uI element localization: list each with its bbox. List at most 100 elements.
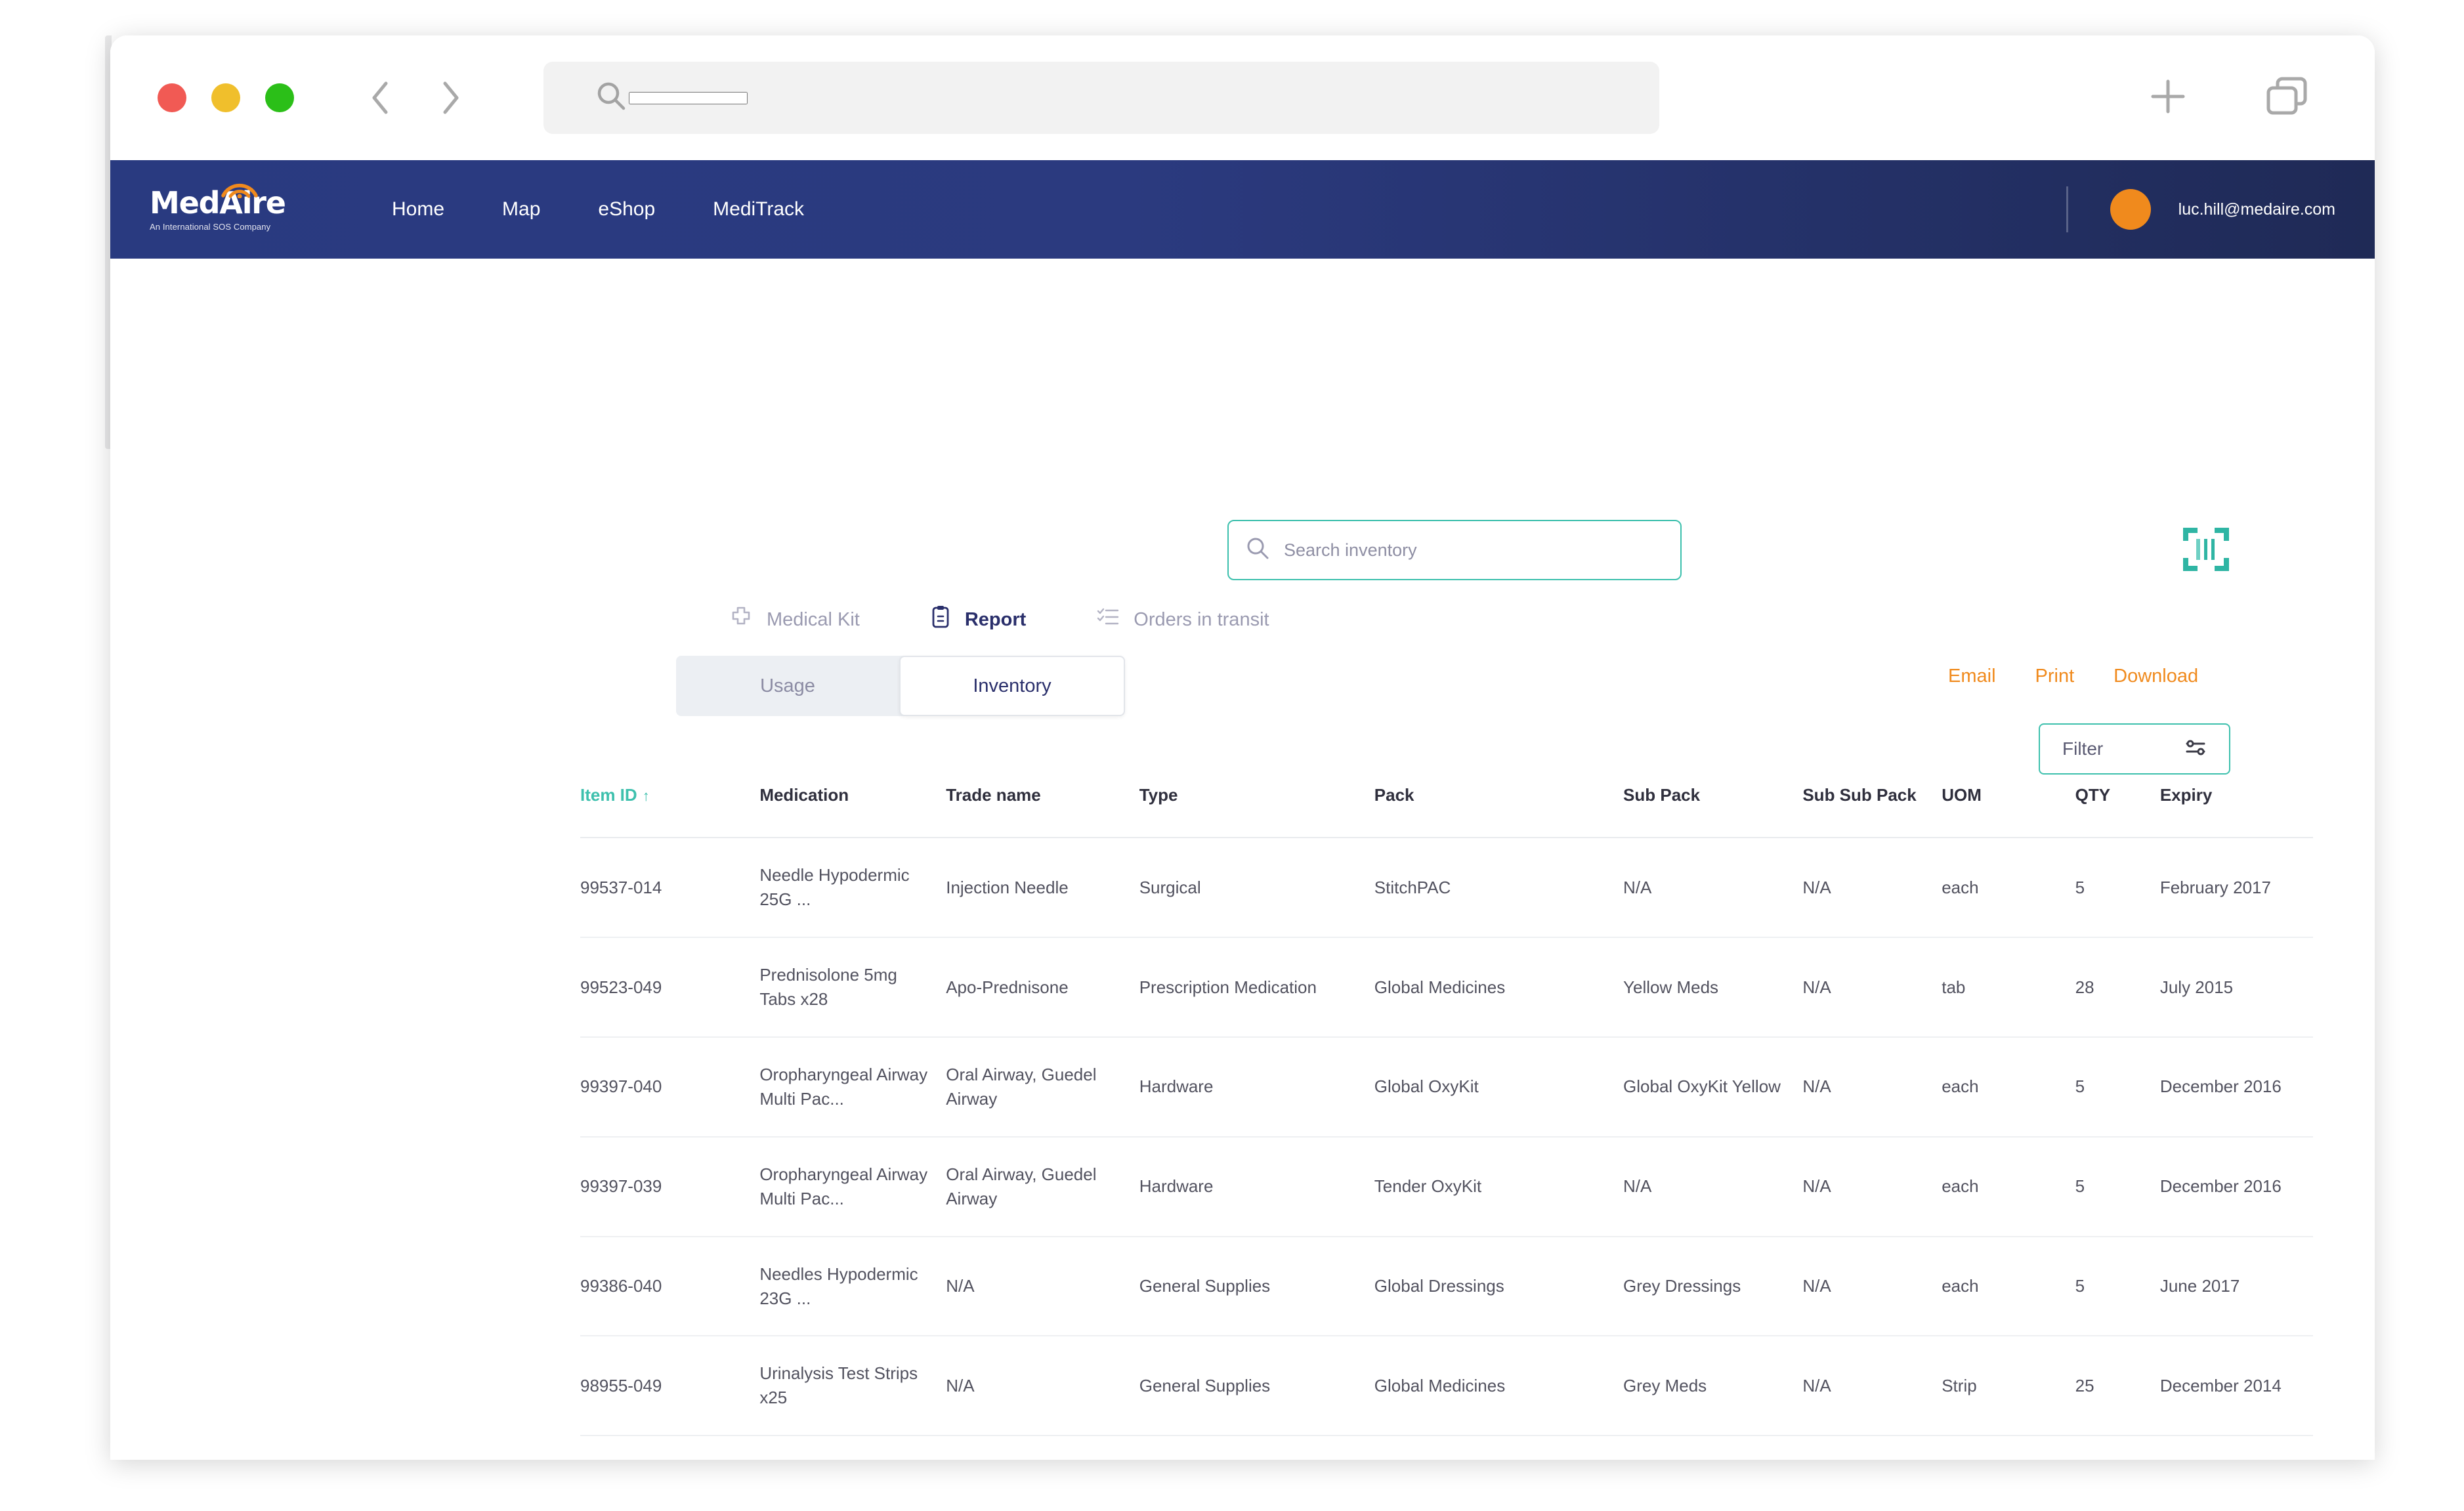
- column-header-type[interactable]: Type: [1139, 777, 1374, 839]
- cell-uom: Strip: [1942, 1336, 2075, 1437]
- minimize-window-button[interactable]: [211, 83, 240, 112]
- cell-type: Hardware: [1139, 1036, 1374, 1138]
- tab-report[interactable]: Report: [895, 605, 1061, 634]
- maximize-window-button[interactable]: [265, 83, 294, 112]
- browser-address-bar[interactable]: [543, 62, 1659, 134]
- cell-medication: Senna Tabs/Caps (60 caps): [759, 1436, 946, 1460]
- inventory-table-body: 99537-014 Needle Hypodermic 25G ... Inject…: [580, 838, 2313, 1460]
- cell-qty: 25: [2075, 1336, 2160, 1437]
- table-row[interactable]: 99537-014 Needle Hypodermic 25G ... Inject…: [580, 838, 2313, 939]
- cell-uom: each: [1942, 1136, 2075, 1237]
- cell-sub-sub-pack: N/A: [1802, 937, 1942, 1038]
- cell-sub-pack: N/A: [1623, 838, 1803, 939]
- cell-uom: caps: [1942, 1436, 2075, 1460]
- tab-orders-in-transit[interactable]: Orders in transit: [1061, 607, 1304, 632]
- cell-trade-name: Apo-Prednisone: [946, 937, 1139, 1038]
- cell-pack: Global OxyKit: [1374, 1036, 1624, 1138]
- logo-tagline: An International SOS Company: [150, 221, 271, 232]
- cell-type: Hardware: [1139, 1136, 1374, 1237]
- table-row[interactable]: 98955-049 Urinalysis Test Strips x25 N/A Ge…: [580, 1336, 2313, 1437]
- cell-pack: Global Medicines: [1374, 937, 1624, 1038]
- close-window-button[interactable]: [158, 83, 186, 112]
- cell-uom: tab: [1942, 937, 2075, 1038]
- column-header-trade-name[interactable]: Trade name: [946, 777, 1139, 839]
- barcode-scan-icon[interactable]: [2183, 528, 2229, 571]
- report-tabs: Medical Kit Report Orders in transit: [694, 605, 1305, 634]
- cell-medication: Needle Hypodermic 25G ...: [759, 838, 946, 939]
- navbar-divider: [2066, 186, 2068, 232]
- column-header-sub-pack[interactable]: Sub Pack: [1623, 777, 1803, 839]
- cell-trade-name: N/A: [946, 1236, 1139, 1337]
- table-row[interactable]: 99523-049 Prednisolone 5mg Tabs x28 Apo-Pr…: [580, 937, 2313, 1038]
- browser-chrome: [110, 35, 2375, 160]
- navbar-user-area[interactable]: luc.hill@medaire.com: [2066, 186, 2375, 232]
- column-header-qty[interactable]: QTY: [2075, 777, 2160, 839]
- avatar[interactable]: [2110, 189, 2151, 230]
- cell-medication: Needles Hypodermic 23G ...: [759, 1236, 946, 1337]
- table-header-row: Item ID ↑ Medication Trade name Type Pack…: [580, 777, 2313, 839]
- cell-sub-sub-pack: N/A: [1802, 1336, 1942, 1437]
- search-icon: [1246, 536, 1271, 564]
- sort-asc-icon: ↑: [642, 788, 650, 804]
- cell-trade-name: Oral Airway, Guedel Airway: [946, 1136, 1139, 1237]
- cell-uom: each: [1942, 838, 2075, 939]
- tab-medical-kit[interactable]: Medical Kit: [694, 606, 895, 633]
- nav-item-meditrack[interactable]: MediTrack: [684, 198, 833, 221]
- email-link[interactable]: Email: [1948, 666, 1996, 687]
- search-icon: [595, 79, 629, 117]
- forward-arrow-icon[interactable]: [436, 79, 465, 116]
- column-header-expiry[interactable]: Expiry: [2159, 777, 2313, 839]
- cell-sub-sub-pack: N/A: [1802, 1436, 1942, 1460]
- search-input[interactable]: [1284, 540, 1663, 561]
- screen-root: MedAire An International SOS Company Hom…: [0, 0, 2464, 1511]
- nav-item-home[interactable]: Home: [363, 198, 473, 221]
- cell-sub-pack: Global OxyKit Yellow: [1623, 1036, 1803, 1138]
- segment-inventory[interactable]: Inventory: [899, 656, 1125, 716]
- cell-qty: 5: [2075, 1036, 2160, 1138]
- cell-expiry: July 2015: [2159, 937, 2313, 1038]
- signal-arc-icon: [219, 176, 260, 198]
- cell-pack: Global Medicines: [1374, 1336, 1624, 1437]
- column-header-medication[interactable]: Medication: [759, 777, 946, 839]
- cell-medication: Oropharyngeal Airway Multi Pac...: [759, 1136, 946, 1237]
- download-link[interactable]: Download: [2114, 666, 2198, 687]
- cell-item-id: 99523-049: [580, 937, 760, 1038]
- table-row[interactable]: 98948-060Senna Tabs/Caps (60 caps)Maneva…: [580, 1436, 2313, 1460]
- column-header-sub-sub-pack[interactable]: Sub Sub Pack: [1802, 777, 1942, 839]
- table-row[interactable]: 99386-040 Needles Hypodermic 23G ... N/A Ge…: [580, 1236, 2313, 1337]
- medaire-logo[interactable]: MedAire An International SOS Company: [150, 183, 301, 232]
- column-header-uom[interactable]: UOM: [1942, 777, 2075, 839]
- cell-qty: 5: [2075, 1236, 2160, 1337]
- cell-sub-sub-pack: N/A: [1802, 838, 1942, 939]
- cell-uom: each: [1942, 1036, 2075, 1138]
- new-tab-icon[interactable]: [2145, 74, 2191, 123]
- nav-item-eshop[interactable]: eShop: [569, 198, 684, 221]
- cell-sub-pack: Grey Meds: [1623, 1336, 1803, 1437]
- segment-usage[interactable]: Usage: [676, 656, 899, 716]
- clipboard-icon: [931, 605, 950, 634]
- nav-item-map[interactable]: Map: [473, 198, 569, 221]
- navbar-links: Home Map eShop MediTrack: [363, 198, 833, 221]
- cell-trade-name: N/A: [946, 1336, 1139, 1437]
- table-row[interactable]: 99397-039 Oropharyngeal Airway Multi Pac.…: [580, 1136, 2313, 1237]
- column-header-pack[interactable]: Pack: [1374, 777, 1624, 839]
- cell-type: Surgical: [1139, 838, 1374, 939]
- inventory-search-box[interactable]: [1227, 520, 1682, 580]
- cell-sub-sub-pack: N/A: [1802, 1236, 1942, 1337]
- column-header-item-id[interactable]: Item ID ↑: [580, 777, 760, 839]
- browser-url-input[interactable]: [629, 91, 748, 104]
- tab-medical-kit-label: Medical Kit: [767, 608, 860, 630]
- usage-inventory-toggle: Usage Inventory: [676, 656, 1125, 716]
- table-row[interactable]: 99397-040 Oropharyngeal Airway Multi Pac.…: [580, 1036, 2313, 1138]
- cell-item-id: 98948-060: [580, 1436, 760, 1460]
- cell-pack: StitchPAC: [1374, 838, 1624, 939]
- cell-medication: Prednisolone 5mg Tabs x28: [759, 937, 946, 1038]
- print-link[interactable]: Print: [2035, 666, 2075, 687]
- back-arrow-icon[interactable]: [366, 79, 395, 116]
- filter-button[interactable]: Filter: [2039, 723, 2230, 775]
- cell-sub-sub-pack: N/A: [1802, 1036, 1942, 1138]
- chrome-right-controls: [2145, 74, 2333, 123]
- cell-expiry: December 2016: [2159, 1036, 2313, 1138]
- inventory-table: Item ID ↑ Medication Trade name Type Pack…: [580, 777, 2313, 1460]
- show-tabs-icon[interactable]: [2263, 74, 2313, 123]
